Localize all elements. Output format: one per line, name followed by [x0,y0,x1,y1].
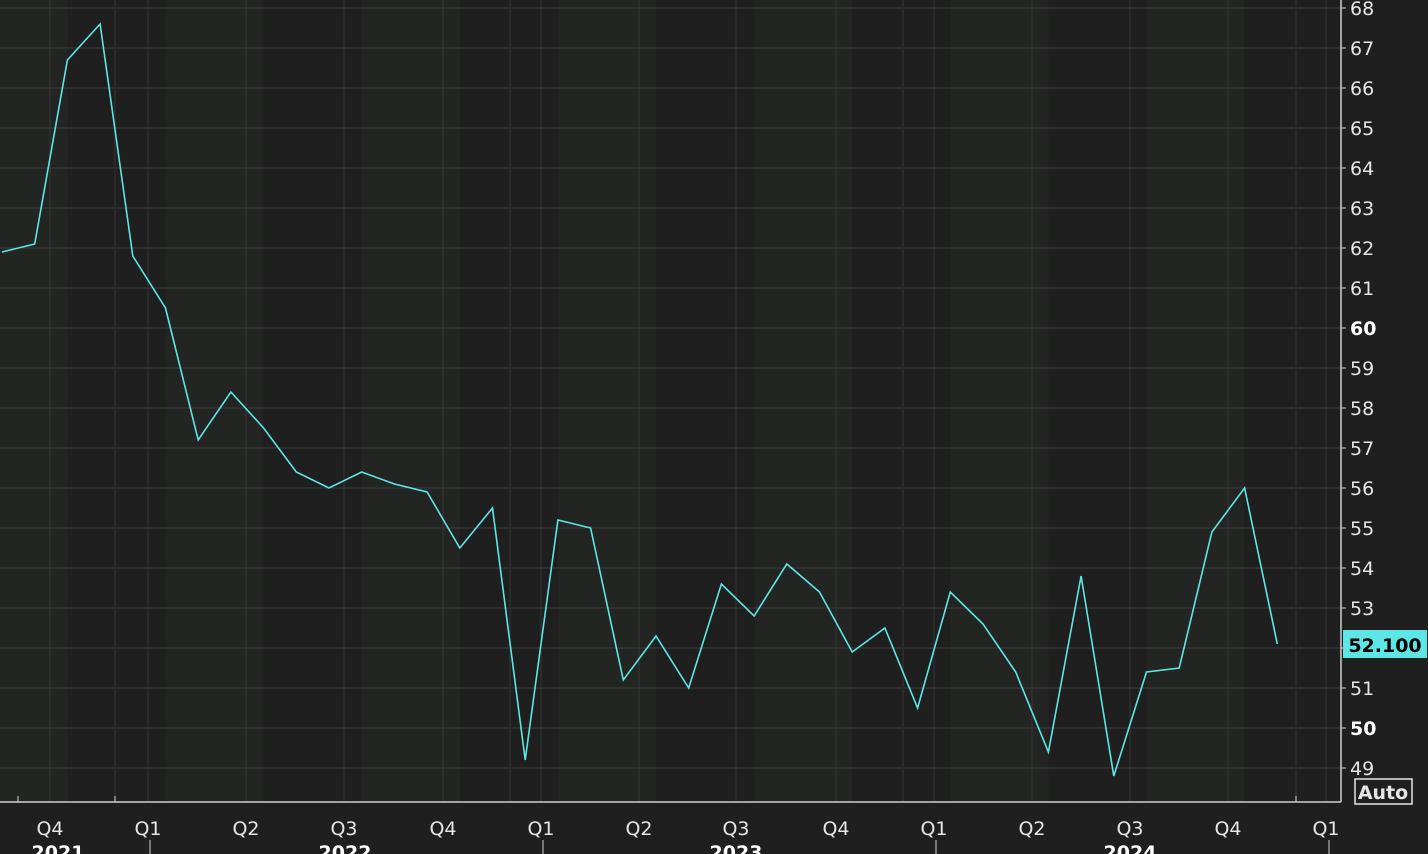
quarter-band [754,0,853,802]
y-tick-label: 64 [1350,158,1374,180]
x-tick-label: Q4 [36,818,63,840]
x-tick-label: Q2 [232,818,259,840]
x-tick-label: Q1 [1312,818,1339,840]
y-tick-label: 53 [1350,598,1374,620]
y-tick-label: 63 [1350,198,1374,220]
x-tick-label: Q3 [722,818,749,840]
y-tick-label: 60 [1350,318,1376,340]
quarter-band [950,0,1049,802]
x-tick-label: Q2 [625,818,652,840]
x-tick-label: Q1 [134,818,161,840]
y-tick-label: 66 [1350,78,1374,100]
y-tick-label: 51 [1350,678,1374,700]
last-value-label: 52.100 [1348,635,1421,657]
quarter-band [1146,0,1245,802]
year-label: 2022 [319,842,372,854]
x-tick-label: Q4 [429,818,456,840]
y-tick-label: 58 [1350,398,1374,420]
quarter-band [165,0,264,802]
auto-scale-button[interactable]: Auto [1354,778,1413,805]
quarter-band [361,0,460,802]
x-tick-label: Q3 [330,818,357,840]
y-tick-label: 49 [1350,758,1374,780]
x-tick-label: Q2 [1018,818,1045,840]
y-tick-label: 56 [1350,478,1374,500]
y-tick-label: 54 [1350,558,1374,580]
x-tick-label: Q4 [1214,818,1241,840]
y-tick-label: 50 [1350,718,1376,740]
year-label: 2024 [1104,842,1157,854]
y-tick-label: 65 [1350,118,1374,140]
chart-canvas: 4950515253545556575859606162636465666768… [0,0,1427,854]
y-tick-label: 68 [1350,0,1374,20]
x-tick-label: Q1 [920,818,947,840]
y-tick-label: 67 [1350,38,1374,60]
auto-button-label[interactable]: Auto [1358,782,1408,804]
x-tick-label: Q3 [1116,818,1143,840]
y-tick-label: 57 [1350,438,1374,460]
year-label: 2023 [710,842,763,854]
x-tick-label: Q4 [822,818,849,840]
y-tick-label: 55 [1350,518,1374,540]
y-tick-label: 59 [1350,358,1374,380]
year-label: 2021 [32,842,85,854]
x-tick-label: Q1 [527,818,554,840]
quarter-band [557,0,656,802]
y-tick-label: 62 [1350,238,1374,260]
y-tick-label: 61 [1350,278,1374,300]
